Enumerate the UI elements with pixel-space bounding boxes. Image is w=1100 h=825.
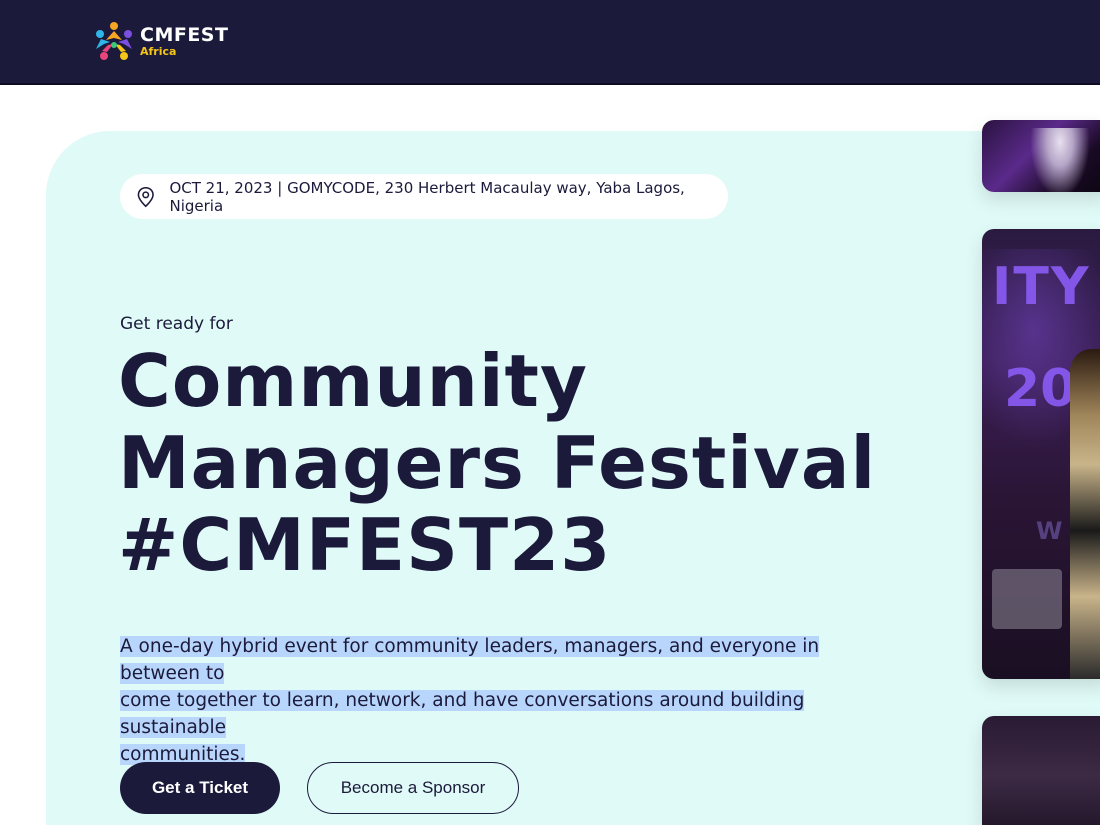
event-location-pill: OCT 21, 2023 | GOMYCODE, 230 Herbert Mac… (120, 174, 728, 219)
logo-people-icon (96, 22, 132, 60)
photo-backdrop-text: W (1036, 517, 1063, 545)
become-sponsor-button[interactable]: Become a Sponsor (307, 762, 519, 814)
event-photo (982, 716, 1100, 825)
photo-backdrop-text: ITY (992, 257, 1091, 317)
headline-line: Managers Festival (118, 421, 877, 505)
photo-stage (992, 569, 1062, 629)
logo-subtitle: Africa (140, 44, 177, 58)
headline-line: Community (118, 339, 588, 423)
hero-eyebrow: Get ready for (120, 314, 233, 334)
brand-logo[interactable]: CMFEST Africa (92, 18, 228, 64)
hero-headline: Community Managers Festival #CMFEST23 (118, 340, 918, 586)
top-navbar: CMFEST Africa (0, 0, 1100, 85)
photo-speaker (1070, 349, 1100, 679)
get-ticket-button[interactable]: Get a Ticket (120, 762, 280, 814)
photo-backdrop-text: 20 (1004, 359, 1077, 419)
headline-line: #CMFEST23 (118, 503, 612, 587)
map-pin-icon (137, 186, 154, 207)
event-photo: ITY 20 W (982, 229, 1100, 679)
description-line: A one-day hybrid event for community lea… (120, 636, 820, 684)
photo-figure (1030, 128, 1090, 192)
description-line: come together to learn, network, and hav… (120, 690, 805, 738)
event-date-location: OCT 21, 2023 | GOMYCODE, 230 Herbert Mac… (169, 178, 685, 215)
logo-title: CMFEST (140, 23, 229, 46)
event-photo (982, 120, 1100, 192)
logo-wordmark: CMFEST Africa (140, 23, 229, 58)
hero-description: A one-day hybrid event for community lea… (120, 633, 890, 768)
